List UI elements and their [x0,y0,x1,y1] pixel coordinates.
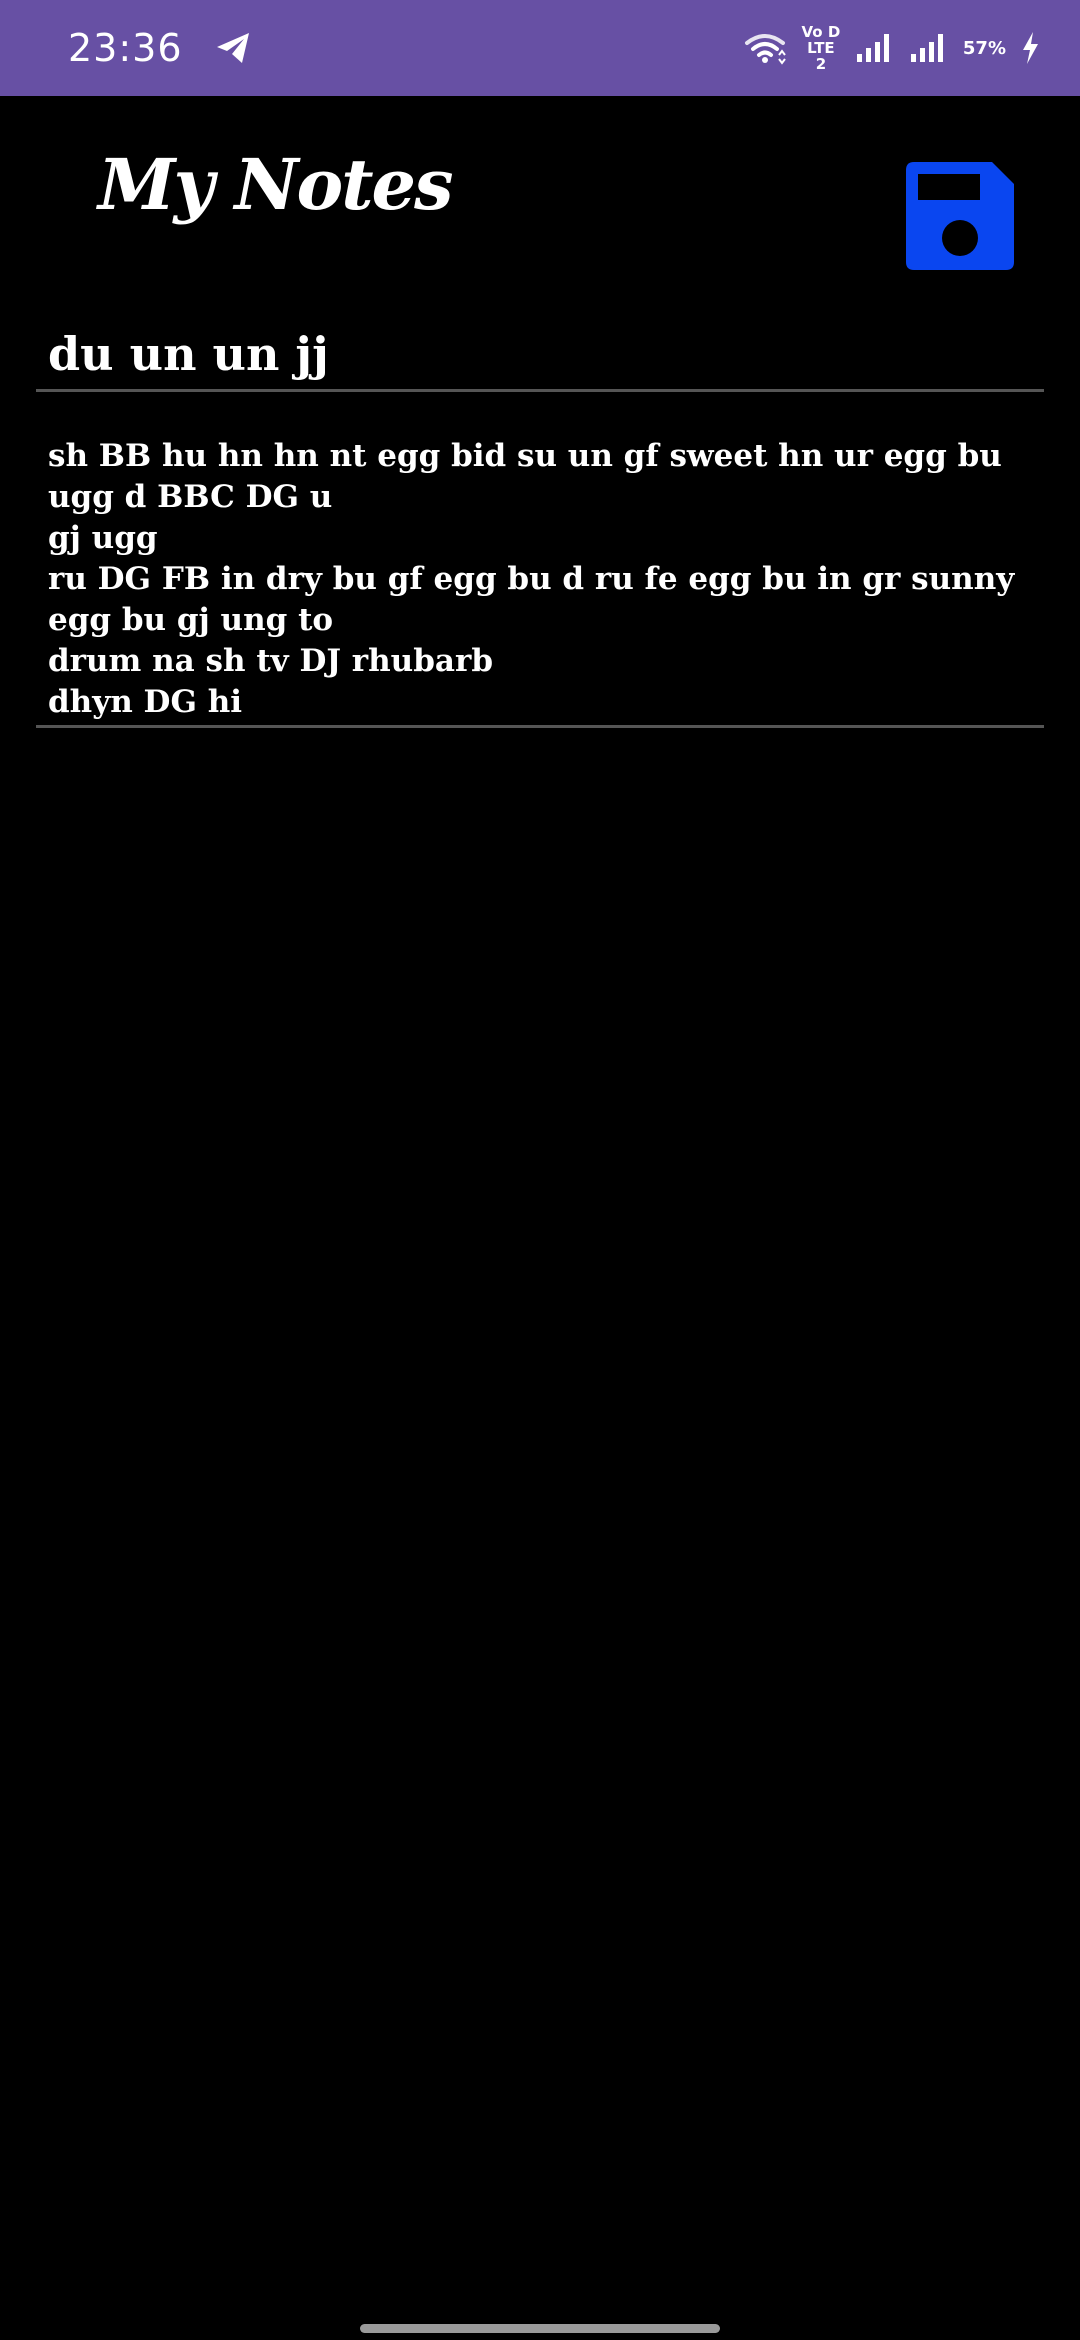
note-title-field[interactable]: du un un jj [36,328,1044,392]
note-body-line: drum na sh tv DJ rhubarb [48,643,493,679]
battery-percent: 57% [962,37,1006,59]
note-body-line: sh BB hu hn hn nt egg bid su un gf sweet… [48,438,1002,515]
charging-icon [1020,31,1040,65]
volte-line2: LTE 2 [807,39,835,73]
note-body-line: ru DG FB in dry bu gf egg bu d ru fe egg… [48,561,1015,638]
note-body-line: dhyn DG hi [48,684,243,720]
status-bar: 23:36 Vo D LTE 2 57% [0,0,1080,96]
note-body-line: gj ugg [48,520,158,556]
status-time: 23:36 [68,26,183,70]
gesture-nav-handle[interactable] [360,2324,720,2333]
note-body-field[interactable]: sh BB hu hn hn nt egg bid su un gf sweet… [36,436,1044,728]
volte-indicator: Vo D LTE 2 [801,24,841,72]
telegram-icon [213,28,253,68]
app-title: My Notes [98,143,453,226]
save-button[interactable] [904,160,1016,272]
wifi-icon [743,31,787,65]
status-icons: Vo D LTE 2 57% [743,24,1040,72]
signal-icon-sim2 [909,32,949,64]
signal-icon-sim1 [855,32,895,64]
floppy-disk-icon [904,162,1016,275]
